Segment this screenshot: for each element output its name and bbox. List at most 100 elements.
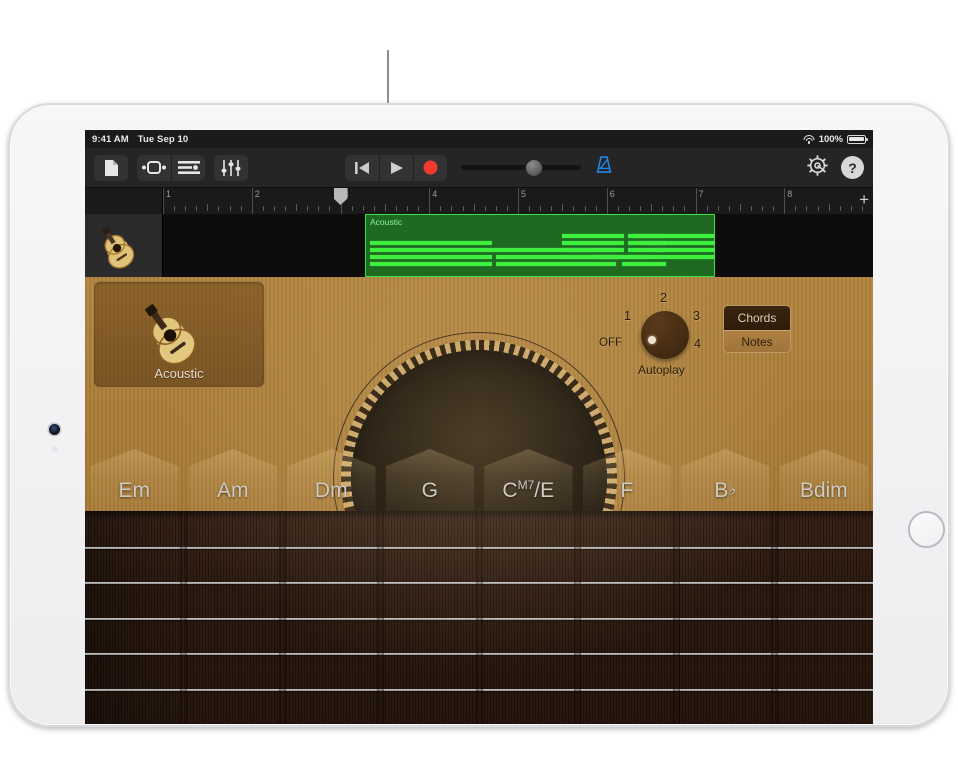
beat-tick <box>318 206 319 211</box>
beat-tick <box>285 206 286 211</box>
midi-region[interactable]: Acoustic <box>365 214 715 277</box>
status-bar: 9:41 AM Tue Sep 10 100% <box>85 130 873 148</box>
beat-tick <box>851 206 852 211</box>
fret-column-divider <box>476 511 483 724</box>
beat-tick <box>540 206 541 211</box>
home-button[interactable] <box>908 511 945 548</box>
chord-strip-item-2[interactable]: Am <box>184 449 283 511</box>
chord-strip-item-1[interactable]: Em <box>85 449 184 511</box>
beat-tick <box>352 206 353 211</box>
metronome-icon[interactable] <box>595 156 613 179</box>
chord-label: CM7/E <box>502 478 554 503</box>
chord-strip-item-7[interactable]: B♭ <box>676 449 775 511</box>
autoplay-control: OFF 1 2 3 4 Autoplay <box>613 287 711 383</box>
beat-tick <box>451 206 452 211</box>
chord-strip-item-3[interactable]: Dm <box>282 449 381 511</box>
callout-leader-line <box>387 50 389 103</box>
beat-tick <box>596 206 597 211</box>
beat-tick <box>818 206 819 211</box>
beat-tick <box>440 206 441 211</box>
autoplay-knob[interactable] <box>641 311 689 359</box>
beat-tick <box>507 206 508 211</box>
guitar-instrument-panel: Acoustic OFF 1 2 3 4 Autoplay Chords Not… <box>85 277 873 724</box>
beat-tick <box>673 206 674 211</box>
beat-tick <box>585 206 586 211</box>
beat-tick <box>529 206 530 211</box>
fret-column-divider <box>673 511 680 724</box>
beat-tick <box>829 204 830 211</box>
autoplay-label-2[interactable]: 2 <box>660 291 667 305</box>
autoplay-label-off[interactable]: OFF <box>599 337 622 349</box>
timeline-ruler[interactable]: 12345678 + <box>85 188 873 214</box>
midi-note <box>562 234 624 238</box>
instrument-name: Acoustic <box>154 366 203 381</box>
document-icon[interactable] <box>94 155 128 181</box>
bar-number: 5 <box>518 189 526 199</box>
beat-tick <box>751 206 752 211</box>
fret-column-divider <box>771 511 778 724</box>
loop-browser-icon[interactable] <box>171 155 205 181</box>
midi-note <box>370 241 492 245</box>
autoplay-label-3[interactable]: 3 <box>693 309 700 323</box>
status-time: 9:41 AM <box>92 134 129 145</box>
add-track-button[interactable]: + <box>859 192 869 208</box>
master-volume-slider[interactable] <box>461 165 581 170</box>
beat-tick <box>573 206 574 211</box>
fret-column-divider <box>180 511 187 724</box>
chord-label: Bdim <box>800 479 848 503</box>
autoplay-title: Autoplay <box>638 363 685 377</box>
beat-tick <box>329 206 330 211</box>
beat-tick <box>407 206 408 211</box>
beat-tick <box>385 204 386 211</box>
beat-tick <box>729 206 730 211</box>
midi-note <box>562 241 624 245</box>
chords-mode-button[interactable]: Chords <box>724 306 790 330</box>
ruler-header-pad <box>85 188 163 214</box>
chord-label: Am <box>217 479 249 503</box>
chord-strip-item-6[interactable]: F <box>578 449 677 511</box>
midi-note <box>596 255 648 259</box>
beat-tick <box>562 204 563 211</box>
midi-note <box>622 262 666 266</box>
record-icon[interactable] <box>413 155 447 181</box>
volume-slider-knob[interactable] <box>526 160 542 176</box>
beat-tick <box>684 206 685 211</box>
fretboard[interactable] <box>85 511 873 724</box>
beat-tick <box>185 206 186 211</box>
beat-tick <box>174 206 175 211</box>
chord-strip-item-4[interactable]: G <box>381 449 480 511</box>
notes-mode-button[interactable]: Notes <box>724 330 790 354</box>
mixer-sliders-icon[interactable] <box>214 155 248 181</box>
beat-tick <box>218 206 219 211</box>
autoplay-label-4[interactable]: 4 <box>694 337 701 351</box>
playhead[interactable] <box>334 188 348 205</box>
help-button[interactable]: ? <box>841 156 864 179</box>
main-toolbar: ? <box>85 148 873 188</box>
beat-tick <box>618 206 619 211</box>
track-lane[interactable]: Acoustic <box>163 214 873 277</box>
ipad-screen: 9:41 AM Tue Sep 10 100% <box>85 130 873 724</box>
beat-tick <box>196 206 197 211</box>
transport-controls <box>345 155 447 181</box>
gear-icon[interactable] <box>807 155 828 181</box>
autoplay-label-1[interactable]: 1 <box>624 309 631 323</box>
chord-strip-item-5[interactable]: CM7/E <box>479 449 578 511</box>
tracks-view-icon[interactable] <box>137 155 171 181</box>
rewind-icon[interactable] <box>345 155 379 181</box>
midi-note <box>654 248 715 252</box>
beat-tick <box>762 206 763 211</box>
midi-note <box>666 255 715 259</box>
chord-strip-item-8[interactable]: Bdim <box>775 449 874 511</box>
ruler-scale[interactable]: 12345678 + <box>163 188 873 214</box>
track-header[interactable] <box>85 214 163 277</box>
instrument-selector[interactable]: Acoustic <box>93 281 265 388</box>
chord-strip: Em Am DmG CM7/E FB♭ Bdim <box>85 449 873 511</box>
beat-tick <box>629 206 630 211</box>
fret-column-divider <box>574 511 581 724</box>
beat-tick <box>241 206 242 211</box>
beat-tick <box>496 206 497 211</box>
beat-tick <box>230 206 231 211</box>
ambient-sensor-icon <box>52 446 58 452</box>
play-icon[interactable] <box>379 155 413 181</box>
beat-tick <box>551 206 552 211</box>
